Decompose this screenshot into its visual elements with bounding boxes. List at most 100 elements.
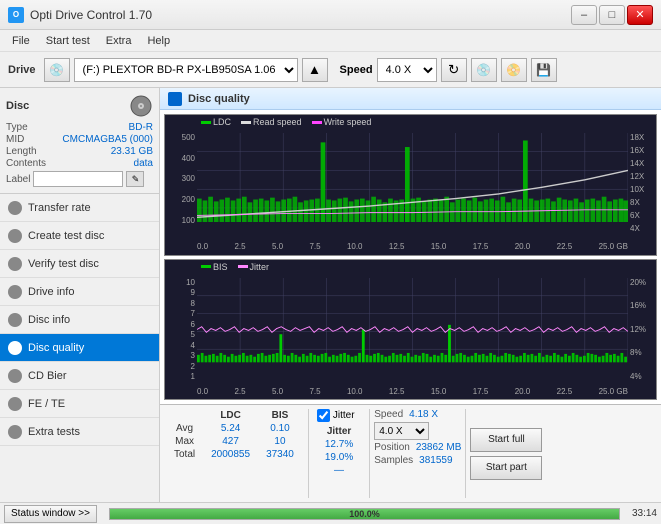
disc-info-icon <box>8 313 22 327</box>
samples-value: 381559 <box>419 455 452 466</box>
type-value: BD-R <box>129 122 153 133</box>
speed-select-row: 4.0 X <box>374 422 461 440</box>
disc-panel: Disc Type BD-R MID CMCMAGBA5 (000) Lengt… <box>0 88 159 194</box>
minimize-button[interactable]: – <box>571 5 597 25</box>
y2-3: 3 <box>191 351 195 360</box>
col-bis-header: BIS <box>258 409 302 422</box>
y2r-20: 20% <box>630 278 646 287</box>
jitter-col-header: Jitter <box>317 425 361 438</box>
status-window-button[interactable]: Status window >> <box>4 505 97 523</box>
y1-label-200: 200 <box>182 195 195 204</box>
menu-help[interactable]: Help <box>139 33 178 49</box>
sidebar-item-cd-bier[interactable]: CD Bier <box>0 362 159 390</box>
samples-row: Samples 381559 <box>374 455 461 466</box>
length-value: 23.31 GB <box>111 146 153 157</box>
disc-quality-header: Disc quality <box>160 88 661 110</box>
x2-5: 5.0 <box>272 387 283 396</box>
close-button[interactable]: ✕ <box>627 5 653 25</box>
col-ldc-header: LDC <box>203 409 258 422</box>
max-bis: 10 <box>258 435 302 448</box>
disc-mid-row: MID CMCMAGBA5 (000) <box>6 134 153 145</box>
create-test-disc-label: Create test disc <box>28 230 104 242</box>
label-edit-btn[interactable]: ✎ <box>126 171 144 187</box>
y1r-4x: 4X <box>630 224 640 233</box>
jitter-label: Jitter <box>333 410 355 421</box>
sidebar-item-extra-tests[interactable]: Extra tests <box>0 418 159 446</box>
speed-avg-row: Speed 4.18 X <box>374 409 461 420</box>
avg-ldc: 5.24 <box>203 422 258 435</box>
jitter-max: 19.0% <box>317 451 361 464</box>
y2-5: 5 <box>191 330 195 339</box>
jitter-avg-row: 12.7% <box>317 438 361 451</box>
read-speed-legend-color <box>241 121 251 124</box>
y2-2: 2 <box>191 362 195 371</box>
menubar: File Start test Extra Help <box>0 30 661 52</box>
total-label: Total <box>166 448 203 461</box>
read-speed-legend-label: Read speed <box>253 117 302 127</box>
x1-7.5: 7.5 <box>309 242 320 251</box>
speed-label-text: Speed <box>374 409 403 420</box>
chart2-y-axis-left: 10 9 8 7 6 5 4 3 2 1 <box>165 278 197 382</box>
content-area: Disc quality LDC Read speed <box>160 88 661 502</box>
y2r-4: 4% <box>630 372 642 381</box>
start-part-button[interactable]: Start part <box>470 456 542 480</box>
verify-test-disc-label: Verify test disc <box>28 258 99 270</box>
mid-label: MID <box>6 134 24 145</box>
max-ldc: 427 <box>203 435 258 448</box>
x2-15: 15.0 <box>431 387 447 396</box>
titlebar-left: O Opti Drive Control 1.70 <box>8 7 152 23</box>
y2-1: 1 <box>191 372 195 381</box>
maximize-button[interactable]: □ <box>599 5 625 25</box>
action-buttons: Start full Start part <box>466 405 546 502</box>
sidebar-item-transfer-rate[interactable]: Transfer rate <box>0 194 159 222</box>
label-label: Label <box>6 174 30 185</box>
label-input[interactable] <box>33 171 123 187</box>
sidebar-item-fe-te[interactable]: FE / TE <box>0 390 159 418</box>
start-full-button[interactable]: Start full <box>470 428 542 452</box>
test-speed-select[interactable]: 4.0 X <box>374 422 429 440</box>
menu-extra[interactable]: Extra <box>98 33 140 49</box>
jitter-avg: 12.7% <box>317 438 361 451</box>
write-speed-legend-label: Write speed <box>324 117 372 127</box>
transfer-rate-icon <box>8 201 22 215</box>
sidebar-item-drive-info[interactable]: Drive info <box>0 278 159 306</box>
y1r-10x: 10X <box>630 185 644 194</box>
disc-icon-btn2[interactable]: 📀 <box>501 58 527 82</box>
contents-value: data <box>134 158 153 169</box>
col-label-header <box>166 409 203 422</box>
y1r-18x: 18X <box>630 133 644 142</box>
y2-7: 7 <box>191 309 195 318</box>
statusbar: Status window >> 100.0% 33:14 <box>0 502 661 524</box>
sidebar-item-verify-test-disc[interactable]: Verify test disc <box>0 250 159 278</box>
disc-icon-btn1[interactable]: 💿 <box>471 58 497 82</box>
disc-quality-icon-header <box>168 92 182 106</box>
save-icon[interactable]: 💾 <box>531 58 557 82</box>
jitter-legend-color <box>238 265 248 268</box>
x1-17.5: 17.5 <box>473 242 489 251</box>
avg-bis: 0.10 <box>258 422 302 435</box>
y1r-12x: 12X <box>630 172 644 181</box>
sidebar-item-create-test-disc[interactable]: Create test disc <box>0 222 159 250</box>
disc-header: Disc <box>6 94 153 118</box>
drive-action-button[interactable]: ▲ <box>302 58 328 82</box>
x1-12.5: 12.5 <box>389 242 405 251</box>
chart1-y-axis-left: 500 400 300 200 100 <box>165 133 197 237</box>
jitter-total: — <box>317 464 361 477</box>
drive-select[interactable]: (F:) PLEXTOR BD-R PX-LB950SA 1.06 <box>74 58 298 82</box>
disc-type-row: Type BD-R <box>6 122 153 133</box>
write-speed-legend-color <box>312 121 322 124</box>
position-row: Position 23862 MB <box>374 442 461 453</box>
sidebar-item-disc-info[interactable]: Disc info <box>0 306 159 334</box>
contents-label: Contents <box>6 158 46 169</box>
sidebar-item-disc-quality[interactable]: Disc quality <box>0 334 159 362</box>
x2-7.5: 7.5 <box>309 387 320 396</box>
length-label: Length <box>6 146 37 157</box>
jitter-checkbox[interactable] <box>317 409 330 422</box>
speed-refresh-icon[interactable]: ↻ <box>441 58 467 82</box>
speed-select[interactable]: 4.0 X <box>377 58 437 82</box>
chart2-y-axis-right: 20% 16% 12% 8% 4% <box>628 278 656 382</box>
drive-eject-icon[interactable]: 💿 <box>44 58 70 82</box>
menu-start-test[interactable]: Start test <box>38 33 98 49</box>
menu-file[interactable]: File <box>4 33 38 49</box>
x2-25: 25.0 GB <box>599 387 628 396</box>
